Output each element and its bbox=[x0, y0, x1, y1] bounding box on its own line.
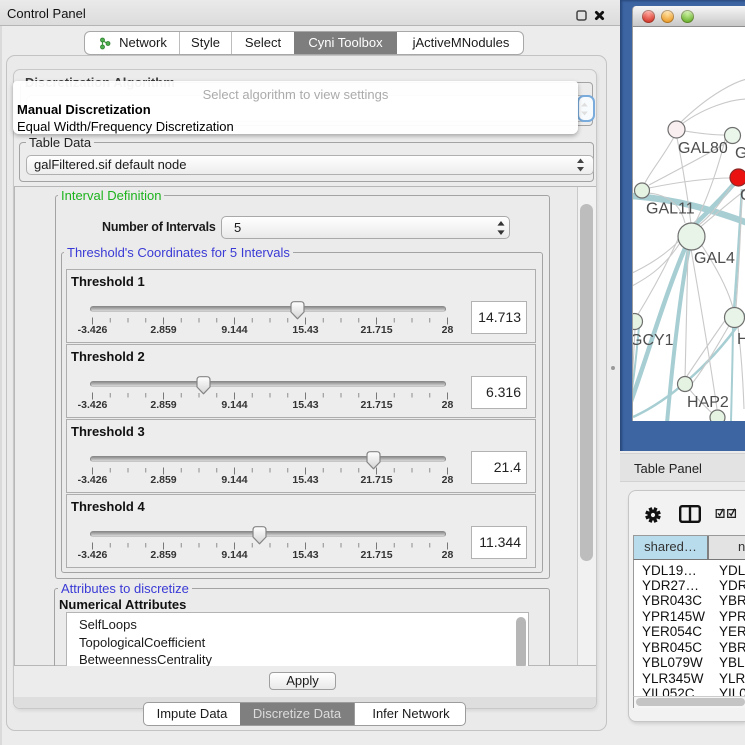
svg-text:GAL4: GAL4 bbox=[694, 250, 735, 267]
svg-text:GAL80: GAL80 bbox=[678, 140, 728, 157]
svg-text:C: C bbox=[740, 187, 745, 204]
svg-text:H: H bbox=[737, 331, 745, 348]
svg-text:GA: GA bbox=[735, 145, 745, 162]
svg-text:GAL11: GAL11 bbox=[646, 201, 695, 218]
svg-text:GCY1: GCY1 bbox=[633, 332, 674, 349]
svg-text:HAP2: HAP2 bbox=[687, 394, 729, 411]
